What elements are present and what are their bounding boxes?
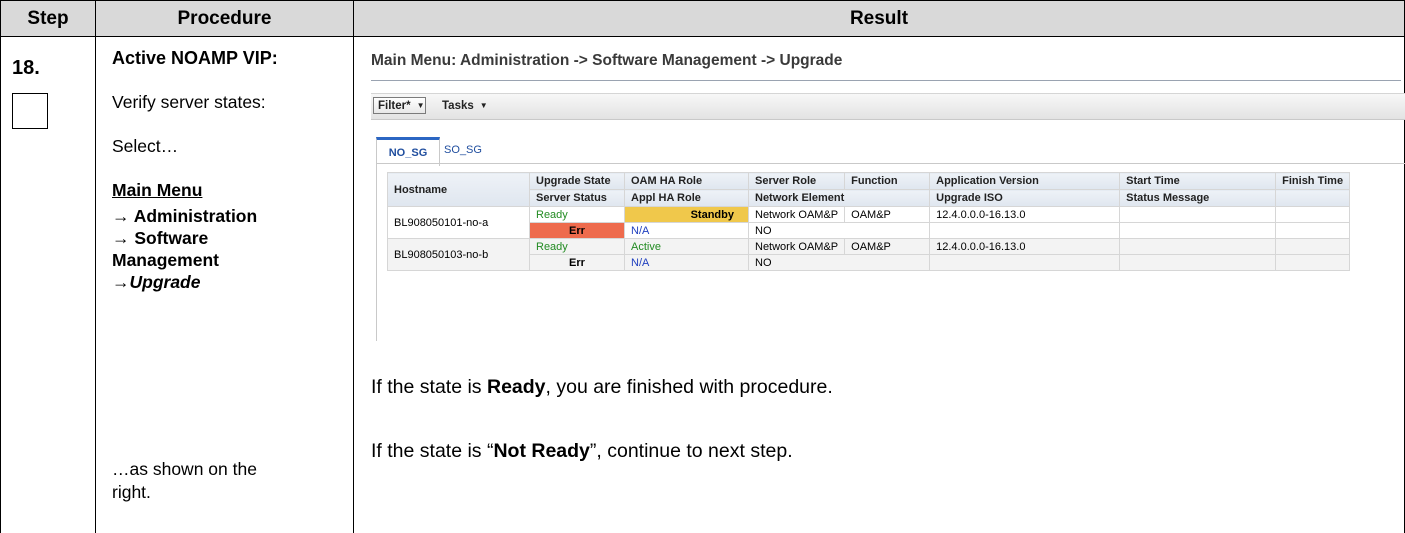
cell-app-version: 12.4.0.0.0-16.13.0 — [929, 206, 1121, 223]
procedure-main-menu: Main Menu — [112, 180, 203, 200]
table-row[interactable]: Err N/A NO — [388, 222, 1351, 239]
tab-divider — [376, 163, 1405, 164]
result-not-ready-pre: If the state is “ — [371, 440, 494, 462]
nav-arrow: → — [112, 272, 130, 292]
nav-software: → Software — [112, 228, 209, 248]
col-application-version[interactable]: Application Version — [929, 172, 1121, 190]
screen-title-rule — [371, 80, 1401, 81]
cell-upgrade-state: Ready — [529, 238, 625, 255]
col-status-message[interactable]: Status Message — [1119, 189, 1277, 207]
cell-status-message — [1119, 254, 1277, 271]
cell-status-message — [1119, 222, 1277, 239]
cell-server-role: Network OAM&P — [747, 238, 846, 255]
result-not-ready-text: If the state is “Not Ready”, continue to… — [371, 440, 793, 463]
cell-function: OAM&P — [844, 206, 931, 223]
cell-server-status: Err — [529, 254, 625, 271]
screen-menu-title: Main Menu: Administration -> Software Ma… — [371, 52, 843, 69]
col-server-status[interactable]: Server Status — [529, 189, 625, 207]
table-row[interactable]: Err N/A NO — [388, 254, 1351, 271]
cell-function: OAM&P — [844, 238, 931, 255]
result-ready-post: , you are finished with procedure. — [545, 376, 833, 398]
filter-button[interactable]: Filter* ▼ — [373, 97, 426, 114]
col-upgrade-iso[interactable]: Upgrade ISO — [929, 189, 1121, 207]
col-hostname[interactable]: Hostname — [387, 172, 530, 207]
cell-oam-ha-role: Standby — [624, 206, 749, 223]
col-function[interactable]: Function — [844, 172, 931, 190]
col-finish-time[interactable]: Finish Time — [1275, 172, 1351, 190]
nav-upgrade-label: Upgrade — [129, 272, 201, 292]
result-ready-pre: If the state is — [371, 376, 487, 398]
header-result: Result — [353, 0, 1405, 37]
result-ready-bold: Ready — [486, 376, 546, 398]
cell-upgrade-state: Ready — [529, 206, 625, 223]
screen-toolbar — [371, 93, 1405, 120]
col-appl-ha-role[interactable]: Appl HA Role — [624, 189, 749, 207]
tasks-label: Tasks — [442, 99, 474, 112]
cell-start-time — [1119, 206, 1277, 223]
col-oam-ha-role[interactable]: OAM HA Role — [624, 172, 749, 190]
filter-label: Filter* — [378, 99, 411, 112]
nav-management: Management — [112, 250, 219, 270]
cell-appl-ha-role: N/A — [624, 222, 749, 239]
procedure-table: Step Procedure Result 18. Active NOAMP V… — [0, 0, 1405, 533]
cell-oam-ha-role: Active — [624, 238, 749, 255]
step-number: 18. — [12, 57, 40, 79]
tab-panel-border — [376, 163, 377, 341]
empty-cell — [1275, 222, 1351, 239]
cell-server-status: Err — [529, 222, 625, 239]
table-header-row: Hostname Upgrade State OAM HA Role Serve… — [387, 172, 1351, 207]
col-start-time[interactable]: Start Time — [1119, 172, 1277, 190]
procedure-title: Active NOAMP VIP: — [112, 48, 278, 68]
table-row[interactable]: BL908050103-no-b Ready Active Network OA… — [387, 238, 1351, 271]
result-ready-text: If the state is Ready, you are finished … — [371, 376, 833, 399]
tab-so-sg[interactable]: SO_SG — [438, 137, 488, 163]
cell-hostname: BL908050101-no-a — [387, 206, 530, 239]
cell-start-time — [1119, 238, 1277, 255]
border-proc-result — [353, 37, 354, 533]
nav-upgrade: →Upgrade — [112, 272, 200, 293]
chevron-down-icon: ▼ — [479, 101, 488, 110]
tab-no-sg[interactable]: NO_SG — [376, 137, 440, 166]
cell-upgrade-iso — [929, 222, 1121, 239]
col-upgrade-state[interactable]: Upgrade State — [529, 172, 625, 190]
procedure-as-shown: …as shown on the — [112, 459, 257, 479]
procedure-right: right. — [112, 482, 151, 502]
chevron-down-icon: ▼ — [416, 101, 425, 110]
table-header-row: Server Status Appl HA Role Network Eleme… — [388, 189, 1351, 207]
cell-appl-ha-role: N/A — [624, 254, 749, 271]
procedure-select: Select… — [112, 136, 179, 156]
cell-network-element: NO — [747, 254, 931, 271]
cell-server-role: Network OAM&P — [747, 206, 846, 223]
procedure-verify: Verify server states: — [112, 92, 266, 112]
cell-finish-time — [1275, 238, 1351, 255]
cell-network-element: NO — [747, 222, 931, 239]
empty-cell — [1275, 189, 1351, 207]
header-procedure: Procedure — [95, 0, 353, 37]
result-not-ready-post: ”, continue to next step. — [589, 440, 793, 462]
cell-hostname: BL908050103-no-b — [387, 238, 530, 271]
empty-cell — [1275, 254, 1351, 271]
upgrade-status-table: Hostname Upgrade State OAM HA Role Serve… — [387, 172, 1351, 271]
cell-app-version: 12.4.0.0.0-16.13.0 — [929, 238, 1121, 255]
result-not-ready-bold: Not Ready — [493, 440, 590, 462]
border-left — [0, 37, 1, 533]
tasks-menu[interactable]: Tasks ▼ — [438, 97, 498, 114]
border-step-proc — [95, 37, 96, 533]
header-step: Step — [0, 0, 95, 37]
cell-finish-time — [1275, 206, 1351, 223]
col-server-role[interactable]: Server Role — [747, 172, 846, 190]
table-row[interactable]: BL908050101-no-a Ready Standby Network O… — [387, 206, 1351, 239]
col-network-element[interactable]: Network Element — [747, 189, 931, 207]
cell-upgrade-iso — [929, 254, 1121, 271]
step-checkbox[interactable] — [12, 93, 48, 129]
nav-administration: → Administration — [112, 206, 258, 226]
